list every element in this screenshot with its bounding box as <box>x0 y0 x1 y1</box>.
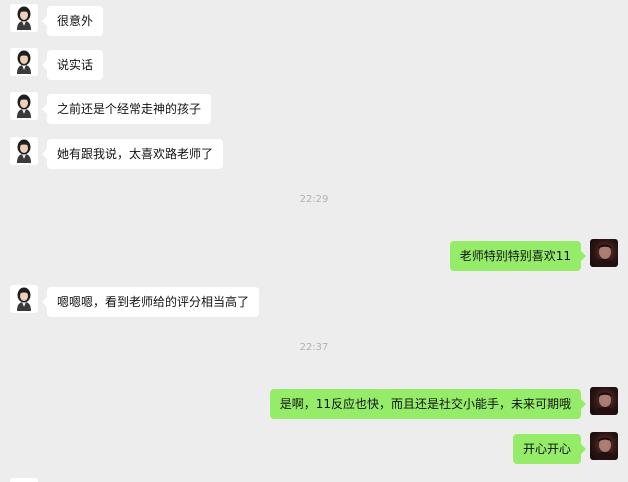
contact-avatar-icon[interactable] <box>10 4 38 32</box>
contact-avatar-icon[interactable] <box>10 92 38 120</box>
message-bubble[interactable]: 很意外 <box>41 6 104 36</box>
self-avatar-icon[interactable] <box>590 432 618 460</box>
timestamp: 22:37 <box>299 342 329 353</box>
timestamp: 22:29 <box>299 194 329 205</box>
message-row: 是啊，11反应也快，而且还是社交小能手，未来可期哦 <box>261 387 618 419</box>
message-bubble[interactable]: 开心开心 <box>512 434 587 464</box>
contact-avatar-icon[interactable] <box>10 137 38 165</box>
message-row: 之前还是个经常走神的孩子 <box>10 92 220 124</box>
contact-avatar-icon[interactable] <box>10 48 38 76</box>
message-row: 她有跟我说，太喜欢路老师了 <box>10 137 232 169</box>
message-bubble[interactable]: 嗯嗯嗯，看到老师给的评分相当高了 <box>41 287 260 317</box>
message-bubble[interactable]: 之前还是个经常走神的孩子 <box>41 94 212 124</box>
message-bubble[interactable]: 说实话 <box>41 50 104 80</box>
message-row: 说实话 <box>10 48 112 80</box>
contact-avatar-icon[interactable] <box>10 285 38 313</box>
self-avatar-icon[interactable] <box>590 239 618 267</box>
message-bubble[interactable]: 是啊，11反应也快，而且还是社交小能手，未来可期哦 <box>269 389 587 419</box>
message-bubble[interactable]: 老师特别特别喜欢11 <box>449 241 587 271</box>
self-avatar-icon[interactable] <box>590 387 618 415</box>
message-bubble[interactable]: 她有跟我说，太喜欢路老师了 <box>41 139 224 169</box>
message-row: 嗯嗯嗯，看到老师给的评分相当高了 <box>10 285 268 317</box>
contact-avatar-icon[interactable] <box>10 478 38 482</box>
message-row: 很意外 <box>10 4 112 36</box>
message-row: 开心开心 <box>504 432 618 464</box>
message-row: 老师特别特别喜欢11 <box>441 239 618 271</box>
chat-window: 很意外 说实话 之前还是个经常走神的孩子 她有跟我说，太喜欢路老师了 22:29… <box>0 0 628 482</box>
